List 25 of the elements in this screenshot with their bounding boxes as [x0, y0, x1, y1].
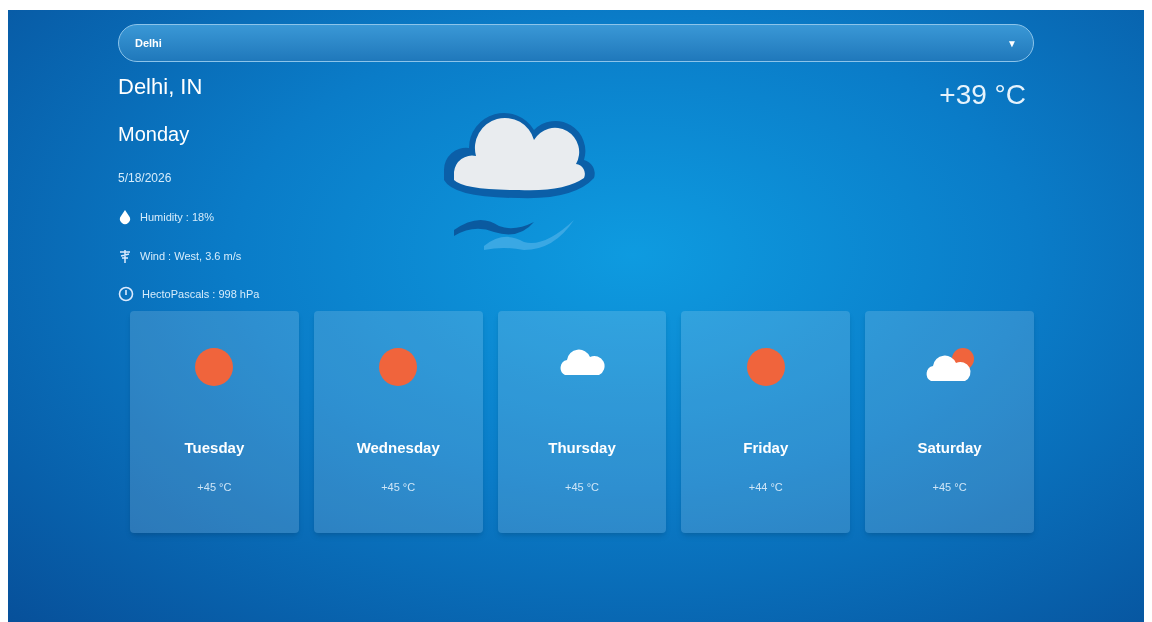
forecast-day: Saturday: [917, 436, 982, 459]
sun-icon: [378, 346, 419, 387]
forecast-temperature: +45 °C: [932, 480, 967, 495]
detail-text: HectoPascals : 998 hPa: [142, 287, 260, 302]
sun-icon: [745, 346, 786, 387]
location-name: Delhi, IN: [118, 73, 204, 101]
gauge-icon: [118, 286, 134, 303]
select-value: Delhi: [135, 35, 162, 51]
drop-icon: [118, 209, 132, 226]
forecast-day: Wednesday: [356, 436, 440, 459]
forecast-temperature: +45 °C: [381, 480, 416, 495]
forecast-temperature: +44 °C: [748, 480, 783, 495]
forecast-day: Thursday: [548, 436, 616, 459]
current-temperature: +39 °C: [939, 78, 1026, 112]
sun-icon: [194, 346, 235, 387]
day-name: Monday: [118, 122, 191, 147]
forecast-temperature: +45 °C: [564, 480, 599, 495]
detail-text: Humidity : 18%: [140, 210, 214, 225]
date-text: 5/18/2026: [118, 170, 173, 187]
forecast-day: Friday: [743, 436, 789, 459]
city-select[interactable]: Delhi ▼: [118, 24, 1034, 62]
forecast-day: Tuesday: [184, 436, 245, 459]
dropdown-arrow: ▼: [1007, 36, 1017, 51]
detail-text: Wind : West, 3.6 m/s: [140, 248, 242, 264]
forecast-temperature: +45 °C: [197, 480, 232, 495]
